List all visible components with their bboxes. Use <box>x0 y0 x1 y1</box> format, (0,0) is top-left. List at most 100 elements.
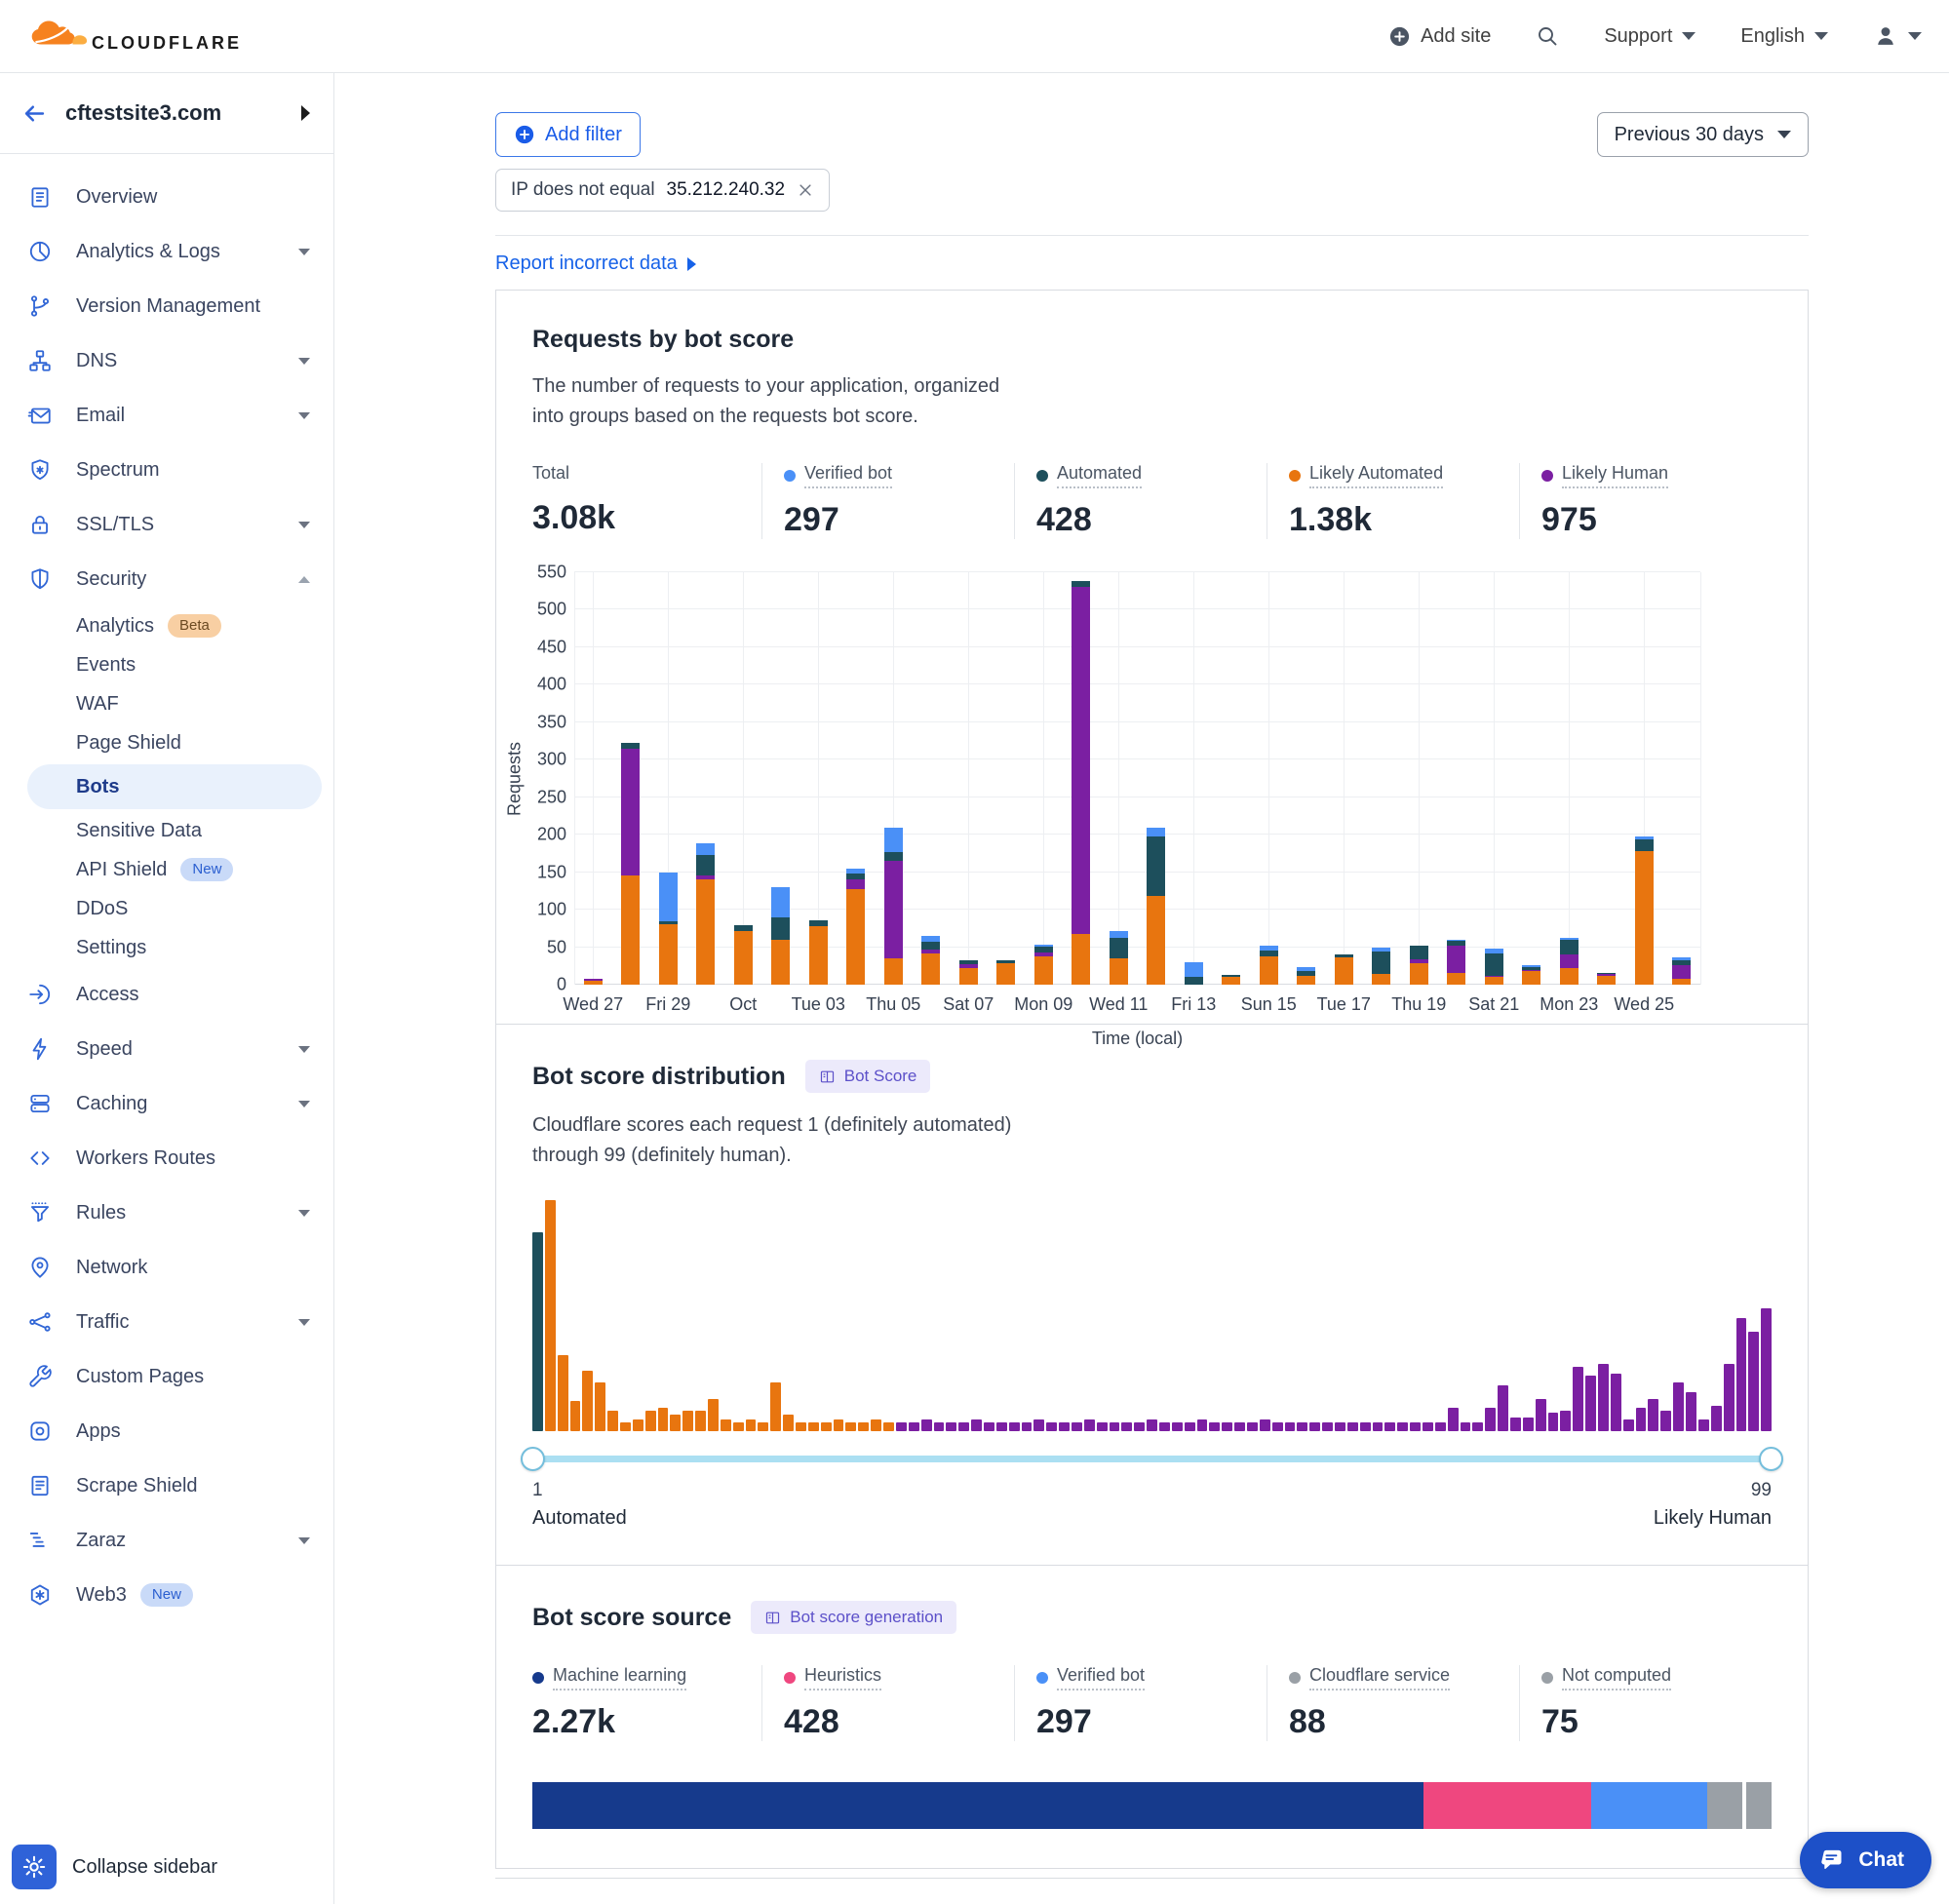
histogram-bar[interactable] <box>1611 1374 1621 1431</box>
stacked-bar[interactable] <box>621 743 640 985</box>
histogram-bar[interactable] <box>582 1371 593 1431</box>
histogram-bar[interactable] <box>1335 1422 1345 1431</box>
histogram-bar[interactable] <box>1461 1422 1471 1431</box>
histogram-bar[interactable] <box>645 1411 656 1431</box>
account-menu[interactable] <box>1873 23 1922 49</box>
histogram-bar[interactable] <box>545 1200 556 1431</box>
stacked-bar[interactable] <box>696 843 715 985</box>
histogram-bar[interactable] <box>1636 1408 1647 1431</box>
histogram-bar[interactable] <box>1247 1422 1258 1431</box>
sidebar-item-api-shield[interactable]: API ShieldNew <box>0 850 333 889</box>
histogram-bar[interactable] <box>1384 1422 1395 1431</box>
sidebar-item-email[interactable]: Email <box>0 388 333 443</box>
histogram-bar[interactable] <box>721 1419 731 1431</box>
histogram-bar[interactable] <box>1748 1332 1759 1431</box>
stacked-bar[interactable] <box>1522 965 1540 985</box>
stacked-bar[interactable] <box>884 828 903 985</box>
bot-score-generation-badge[interactable]: Bot score generation <box>751 1601 956 1634</box>
histogram-bar[interactable] <box>1272 1422 1283 1431</box>
histogram-bar[interactable] <box>1209 1422 1220 1431</box>
add-filter-button[interactable]: Add filter <box>495 112 641 157</box>
add-site-button[interactable]: Add site <box>1388 25 1491 48</box>
histogram-bar[interactable] <box>1410 1422 1421 1431</box>
histogram-bar[interactable] <box>946 1422 956 1431</box>
histogram-bar[interactable] <box>1724 1364 1735 1431</box>
sidebar-item-apps[interactable]: Apps <box>0 1404 333 1458</box>
requests-chart-plot[interactable]: Wed 27Fri 29OctTue 03Thu 05Sat 07Mon 09W… <box>574 572 1700 985</box>
histogram-bar[interactable] <box>1110 1422 1120 1431</box>
source-segment-machine-learning[interactable] <box>532 1782 1423 1829</box>
histogram-bar[interactable] <box>958 1422 969 1431</box>
histogram-bar[interactable] <box>670 1415 681 1431</box>
histogram-bar[interactable] <box>1536 1399 1546 1431</box>
stacked-bar[interactable] <box>734 925 753 986</box>
bot-score-badge[interactable]: Bot Score <box>805 1060 931 1093</box>
histogram-bar[interactable] <box>858 1422 869 1431</box>
cloudflare-logo[interactable]: CLOUDFLARE <box>27 15 242 58</box>
sidebar-item-bots[interactable]: Bots <box>27 764 322 809</box>
site-switcher-caret-icon[interactable] <box>301 105 310 121</box>
histogram-bar[interactable] <box>1147 1419 1157 1431</box>
histogram-bar[interactable] <box>558 1355 568 1431</box>
histogram-bar[interactable] <box>1761 1308 1772 1431</box>
histogram-bar[interactable] <box>934 1422 945 1431</box>
slider-handle-max[interactable] <box>1759 1447 1783 1471</box>
search-button[interactable] <box>1536 24 1559 48</box>
histogram-bar[interactable] <box>1222 1422 1232 1431</box>
histogram-bar[interactable] <box>1435 1422 1446 1431</box>
stacked-bar[interactable] <box>1335 954 1353 985</box>
stacked-bar[interactable] <box>921 936 940 985</box>
histogram-bar[interactable] <box>1648 1399 1658 1431</box>
histogram-bar[interactable] <box>1022 1422 1033 1431</box>
histogram-bar[interactable] <box>1523 1418 1534 1431</box>
sidebar-item-speed[interactable]: Speed <box>0 1022 333 1076</box>
stacked-bar[interactable] <box>584 979 603 985</box>
stacked-bar[interactable] <box>1072 581 1090 985</box>
histogram-bar[interactable] <box>1736 1318 1747 1431</box>
stacked-bar[interactable] <box>1597 973 1616 985</box>
histogram-bar[interactable] <box>1373 1422 1384 1431</box>
stacked-bar[interactable] <box>1034 945 1053 985</box>
histogram-bar[interactable] <box>1309 1422 1320 1431</box>
histogram-bar[interactable] <box>1347 1422 1358 1431</box>
histogram-bar[interactable] <box>1510 1418 1521 1431</box>
histogram-bar[interactable] <box>1009 1422 1020 1431</box>
histogram-bar[interactable] <box>1698 1419 1709 1431</box>
histogram-bar[interactable] <box>834 1419 844 1431</box>
source-segment-not-computed[interactable] <box>1742 1782 1772 1829</box>
sidebar-item-analytics[interactable]: AnalyticsBeta <box>0 606 333 645</box>
histogram-bar[interactable] <box>909 1422 919 1431</box>
preferences-gear-button[interactable] <box>12 1845 57 1889</box>
sidebar-item-sensitive-data[interactable]: Sensitive Data <box>0 811 333 850</box>
histogram-bar[interactable] <box>1548 1413 1559 1431</box>
histogram-bar[interactable] <box>758 1422 768 1431</box>
histogram-bar[interactable] <box>1234 1422 1245 1431</box>
histogram-bar[interactable] <box>871 1419 881 1431</box>
sidebar-item-network[interactable]: Network <box>0 1240 333 1295</box>
sidebar-item-rules[interactable]: Rules <box>0 1185 333 1240</box>
histogram-bar[interactable] <box>1623 1419 1634 1431</box>
remove-filter-icon[interactable] <box>797 181 814 199</box>
report-incorrect-data-link[interactable]: Report incorrect data <box>495 253 696 275</box>
histogram-bar[interactable] <box>1686 1392 1696 1431</box>
slider-handle-min[interactable] <box>521 1447 545 1471</box>
sidebar-item-workers-routes[interactable]: Workers Routes <box>0 1131 333 1185</box>
source-stacked-bar[interactable] <box>532 1782 1772 1829</box>
sidebar-item-page-shield[interactable]: Page Shield <box>0 723 333 762</box>
stacked-bar[interactable] <box>1222 975 1240 985</box>
sidebar-item-events[interactable]: Events <box>0 645 333 684</box>
histogram-bar[interactable] <box>1360 1422 1371 1431</box>
stacked-bar[interactable] <box>1110 931 1128 985</box>
histogram-bar[interactable] <box>570 1401 581 1431</box>
histogram-bar[interactable] <box>620 1422 631 1431</box>
chat-button[interactable]: Chat <box>1800 1832 1931 1888</box>
stacked-bar[interactable] <box>1372 948 1390 985</box>
histogram-bar[interactable] <box>733 1422 744 1431</box>
bot-score-histogram[interactable] <box>532 1200 1772 1431</box>
sidebar-item-traffic[interactable]: Traffic <box>0 1295 333 1349</box>
sidebar-item-scrape-shield[interactable]: Scrape Shield <box>0 1458 333 1513</box>
histogram-bar[interactable] <box>971 1419 982 1431</box>
histogram-bar[interactable] <box>1084 1419 1095 1431</box>
histogram-bar[interactable] <box>770 1382 781 1431</box>
histogram-bar[interactable] <box>1498 1385 1508 1431</box>
